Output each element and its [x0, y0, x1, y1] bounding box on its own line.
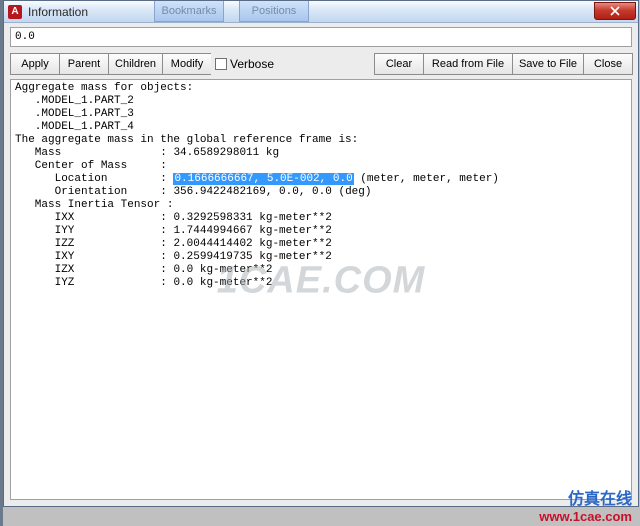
background-tab-1[interactable]: Bookmarks: [154, 1, 224, 22]
orientation-value: 356.9422482169, 0.0, 0.0 (deg): [173, 186, 371, 198]
info-textarea[interactable]: Aggregate mass for objects: .MODEL_1.PAR…: [10, 79, 632, 500]
center-of-mass-label: Center of Mass :: [15, 160, 167, 172]
ixy-label: IXY :: [15, 251, 173, 263]
verbose-label: Verbose: [230, 57, 274, 71]
children-button[interactable]: Children: [108, 53, 163, 75]
location-label: Location :: [15, 173, 173, 185]
close-icon: [610, 6, 620, 16]
location-value-selected: 0.1666666667, 5.0E-002, 0.0: [173, 173, 353, 185]
line-obj3: .MODEL_1.PART_4: [15, 121, 134, 133]
window-close-button[interactable]: [594, 2, 636, 20]
location-unit: (meter, meter, meter): [354, 173, 499, 185]
orientation-label: Orientation :: [15, 186, 173, 198]
command-input-row: [4, 23, 638, 49]
izz-value: 2.0044414402 kg-meter**2: [173, 238, 331, 250]
command-input[interactable]: [10, 27, 632, 47]
iyy-label: IYY :: [15, 225, 173, 237]
information-window: A Information Bookmarks Positions Apply …: [3, 0, 639, 507]
iyz-value: 0.0 kg-meter**2: [173, 277, 272, 289]
save-to-file-button[interactable]: Save to File: [512, 53, 584, 75]
app-icon: A: [8, 5, 22, 19]
mass-label: Mass :: [15, 147, 173, 159]
parent-button[interactable]: Parent: [59, 53, 109, 75]
izx-label: IZX :: [15, 264, 173, 276]
close-button[interactable]: Close: [583, 53, 633, 75]
page-watermark-footer: 仿真在线 www.1cae.com: [539, 485, 632, 524]
footer-brand-url: www.1cae.com: [539, 509, 632, 524]
iyz-label: IYZ :: [15, 277, 173, 289]
ixx-label: IXX :: [15, 212, 173, 224]
toolbar-spacer: [280, 53, 374, 75]
titlebar[interactable]: A Information Bookmarks Positions: [4, 1, 638, 23]
line-obj1: .MODEL_1.PART_2: [15, 95, 134, 107]
background-tab-2[interactable]: Positions: [239, 1, 309, 22]
mass-value: 34.6589298011 kg: [173, 147, 279, 159]
read-from-file-button[interactable]: Read from File: [423, 53, 513, 75]
iyy-value: 1.7444994667 kg-meter**2: [173, 225, 331, 237]
footer-brand-cn: 仿真在线: [539, 485, 632, 509]
line-frame-header: The aggregate mass in the global referen…: [15, 134, 358, 146]
izz-label: IZZ :: [15, 238, 173, 250]
toolbar: Apply Parent Children Modify Verbose Cle…: [4, 49, 638, 79]
izx-value: 0.0 kg-meter**2: [173, 264, 272, 276]
clear-button[interactable]: Clear: [374, 53, 424, 75]
ixx-value: 0.3292598331 kg-meter**2: [173, 212, 331, 224]
window-title: Information: [28, 5, 88, 19]
modify-button[interactable]: Modify: [162, 53, 212, 75]
line-objects-header: Aggregate mass for objects:: [15, 82, 193, 94]
mass-inertia-tensor-label: Mass Inertia Tensor :: [15, 199, 173, 211]
verbose-checkbox[interactable]: [215, 58, 227, 70]
line-obj2: .MODEL_1.PART_3: [15, 108, 134, 120]
verbose-toggle[interactable]: Verbose: [211, 53, 280, 75]
apply-button[interactable]: Apply: [10, 53, 60, 75]
ixy-value: 0.2599419735 kg-meter**2: [173, 251, 331, 263]
